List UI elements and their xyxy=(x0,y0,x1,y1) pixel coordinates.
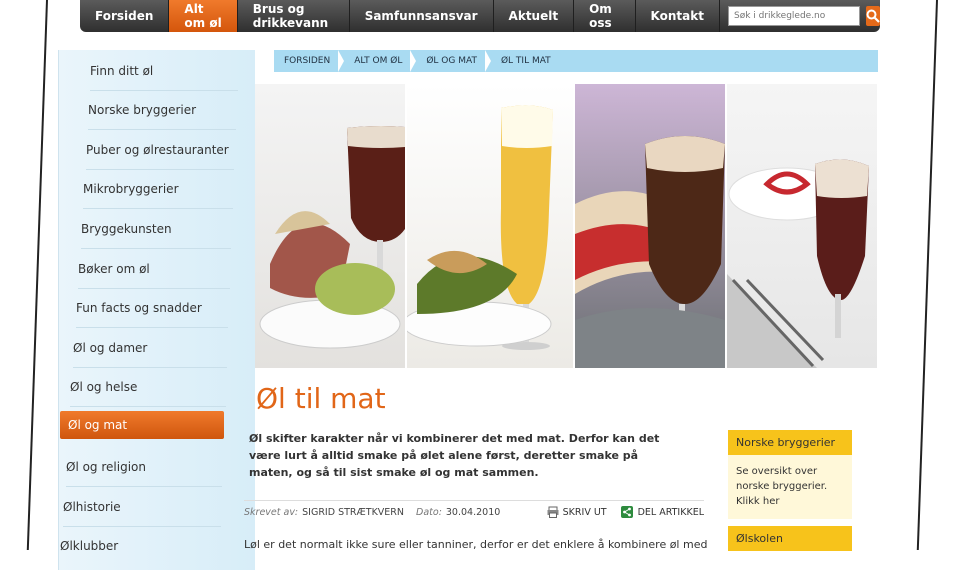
hero-panel-pilsner xyxy=(407,84,573,368)
article-meta: Skrevet av: SIGRID STRÆTKVERN Dato: 30.0… xyxy=(244,500,704,523)
sidebar-item-boker-om-ol[interactable]: Bøker om øl xyxy=(78,250,230,289)
sidebar-item-norske-bryggerier[interactable]: Norske bryggerier xyxy=(88,91,236,130)
breadcrumb-current: ØL TIL MAT xyxy=(484,50,565,72)
sidebar-item-label: Øl og religion xyxy=(66,460,146,474)
sidebar-item-finn-ditt-ol[interactable]: Finn ditt øl xyxy=(90,52,238,91)
article-date: 30.04.2010 xyxy=(445,506,501,518)
share-label: DEL ARTIKKEL xyxy=(637,506,704,518)
breadcrumb-ol-og-mat[interactable]: ØL OG MAT xyxy=(410,50,491,72)
share-icon xyxy=(620,506,633,518)
sidebar-item-olhistorie[interactable]: Ølhistorie xyxy=(63,488,221,527)
top-navigation: Forsiden Alt om øl Brus og drikkevann Sa… xyxy=(80,0,880,32)
search-icon xyxy=(866,9,880,23)
promo-box-olskolen[interactable]: Ølskolen xyxy=(728,526,852,551)
sidebar-item-label: Øl og damer xyxy=(73,341,148,355)
sidebar-item-label: Øl og mat xyxy=(68,418,128,432)
sidebar-item-ol-og-mat[interactable]: Øl og mat xyxy=(60,411,224,439)
hero-panel-dessert-ale xyxy=(727,84,877,368)
hero-panel-cake xyxy=(575,84,725,368)
breadcrumb: FORSIDEN ALT OM ØL ØL OG MAT ØL TIL MAT xyxy=(274,50,878,72)
sidebar-item-ol-og-religion[interactable]: Øl og religion xyxy=(66,448,222,487)
sidebar-item-bryggekunsten[interactable]: Bryggekunsten xyxy=(81,210,231,249)
article-body: Løl er det normalt ikke sure eller tanni… xyxy=(244,538,708,551)
print-label: SKRIV UT xyxy=(562,506,607,518)
sidebar-item-fun-facts[interactable]: Fun facts og snadder xyxy=(76,289,228,328)
print-icon xyxy=(547,506,559,518)
sidebar-item-label: Ølklubber xyxy=(60,539,119,553)
promo-box-title: Norske bryggerier xyxy=(728,430,852,455)
search-input[interactable] xyxy=(727,6,860,26)
share-button[interactable]: DEL ARTIKKEL xyxy=(620,506,704,518)
print-button[interactable]: SKRIV UT xyxy=(547,506,607,518)
sidebar-item-label: Mikrobryggerier xyxy=(83,182,179,196)
nav-kontakt[interactable]: Kontakt xyxy=(636,0,720,32)
date-label: Dato: xyxy=(416,506,442,518)
hero-image xyxy=(255,84,877,368)
sidebar-item-label: Norske bryggerier xyxy=(88,103,197,117)
sidebar-item-label: Finn ditt øl xyxy=(90,64,154,78)
sidebar-item-label: Øl og helse xyxy=(70,380,138,394)
nav-aktuelt[interactable]: Aktuelt xyxy=(494,0,575,32)
nav-forsiden[interactable]: Forsiden xyxy=(80,0,170,32)
search-button[interactable] xyxy=(865,6,880,26)
promo-box-norske-bryggerier[interactable]: Norske bryggerier Se oversikt over norsk… xyxy=(728,430,852,519)
sidebar-item-puber[interactable]: Puber og ølrestauranter xyxy=(86,131,234,170)
promo-box-title: Ølskolen xyxy=(728,526,852,551)
sidebar-item-label: Puber og ølrestauranter xyxy=(86,143,229,157)
sidebar-item-label: Bøker om øl xyxy=(78,262,150,276)
promo-box-text: Se oversikt over norske bryggerier. Klik… xyxy=(728,455,852,519)
article-lead: Øl skifter karakter når vi kombinerer de… xyxy=(249,432,660,479)
nav-alt-om-ol[interactable]: Alt om øl xyxy=(169,0,238,32)
sidebar-item-label: Fun facts og snadder xyxy=(76,301,202,315)
author-name: SIGRID STRÆTKVERN xyxy=(302,506,405,518)
nav-brus-og-drikkevann[interactable]: Brus og drikkevann xyxy=(238,0,350,32)
sidebar-item-olklubber[interactable]: Ølklubber xyxy=(60,527,220,565)
article-title: Øl til mat xyxy=(256,382,386,415)
page-edge-left xyxy=(0,0,48,550)
author-label: Skrevet av: xyxy=(244,506,299,518)
page-edge-right xyxy=(916,0,978,550)
sidebar-item-mikrobryggerier[interactable]: Mikrobryggerier xyxy=(83,170,233,209)
sidebar-item-label: Ølhistorie xyxy=(63,500,121,514)
nav-om-oss[interactable]: Om oss xyxy=(574,0,636,32)
sidebar-item-label: Bryggekunsten xyxy=(81,222,172,236)
sidebar-item-ol-og-helse[interactable]: Øl og helse xyxy=(70,368,226,407)
sidebar-item-ol-og-damer[interactable]: Øl og damer xyxy=(73,329,227,368)
hero-panel-meat-dish xyxy=(255,84,405,368)
breadcrumb-forsiden[interactable]: FORSIDEN xyxy=(274,50,344,72)
nav-samfunnsansvar[interactable]: Samfunnsansvar xyxy=(350,0,494,32)
breadcrumb-alt-om-ol[interactable]: ALT OM ØL xyxy=(338,50,416,72)
